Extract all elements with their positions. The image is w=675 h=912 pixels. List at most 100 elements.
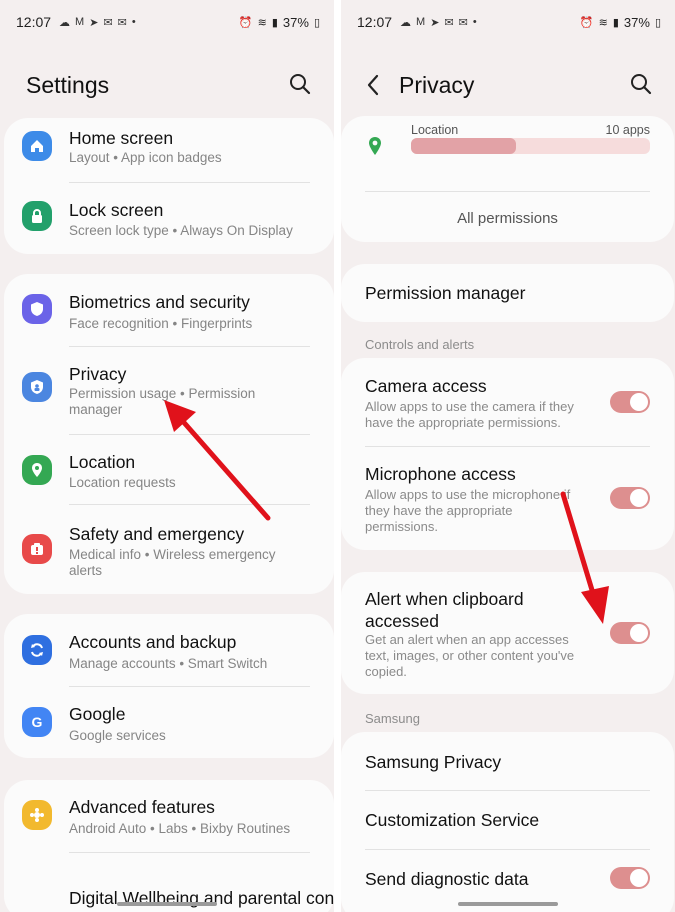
shield-icon: [22, 294, 52, 324]
svg-text:G: G: [32, 714, 43, 730]
item-label: Home screen: [69, 128, 174, 148]
item-label: Google: [69, 704, 126, 724]
item-subtitle: Medical info • Wireless emergency alerts: [69, 547, 276, 578]
section-header-controls: Controls and alerts: [365, 337, 475, 352]
telegram-icon: ➤: [430, 16, 440, 29]
mail-open-icon: ✉: [117, 16, 127, 29]
clipboard-alert-label: Alert when clipboard accessed: [365, 589, 524, 631]
camera-access-label: Camera access: [365, 376, 487, 396]
battery-percent: 37%: [623, 14, 650, 30]
home-indicator: [117, 902, 217, 906]
samsung-card: Samsung Privacy Customization Service Se…: [341, 732, 674, 912]
divider: [365, 790, 650, 791]
item-subtitle: Screen lock type • Always On Display: [69, 223, 293, 238]
dot-icon: •: [131, 16, 136, 28]
settings-item-google[interactable]: G Google Google services: [4, 686, 334, 758]
cloud-icon: ☁: [400, 16, 412, 29]
search-icon[interactable]: [288, 72, 312, 96]
divider: [365, 191, 650, 192]
page-title: Settings: [26, 72, 110, 98]
settings-item-lock-screen[interactable]: Lock screen Screen lock type • Always On…: [4, 186, 334, 254]
location-pin-icon: [22, 455, 52, 485]
clipboard-card: Alert when clipboard accessed Get an ale…: [341, 572, 674, 694]
usage-bar-fill: [411, 138, 517, 154]
signal-icon: ▮: [612, 16, 619, 29]
item-subtitle: Permission usage • Permission manager: [69, 386, 256, 417]
notification-icons: ☁ M ➤ ✉ ✉ •: [59, 16, 136, 29]
battery-icon: ▯: [313, 16, 320, 29]
item-subtitle: Manage accounts • Smart Switch: [69, 656, 268, 671]
lock-icon: [22, 201, 52, 231]
privacy-shield-icon: [22, 372, 52, 402]
item-label: Lock screen: [69, 200, 164, 220]
permission-usage-card: Location 10 apps All permissions: [341, 116, 674, 242]
status-bar: 12:07 ☁ M ➤ ✉ ✉ • ⏰ ≋ ▮ 37% ▯: [341, 0, 675, 44]
camera-access-desc: Allow apps to use the camera if they hav…: [365, 399, 574, 430]
signal-icon: ▮: [271, 16, 278, 29]
customization-service-item[interactable]: Customization Service: [365, 809, 539, 831]
toggle-knob: [630, 393, 648, 411]
permission-manager-item[interactable]: Permission manager: [365, 282, 525, 304]
clipboard-alert-toggle[interactable]: [610, 622, 650, 644]
toggle-knob: [630, 624, 648, 642]
home-icon: [22, 131, 52, 161]
item-label: Location: [69, 452, 136, 472]
microphone-access-label: Microphone access: [365, 464, 516, 484]
settings-item-safety[interactable]: Safety and emergency Medical info • Wire…: [4, 504, 334, 594]
send-diagnostic-data-toggle[interactable]: [610, 867, 650, 889]
search-icon[interactable]: [629, 72, 653, 96]
settings-item-location[interactable]: Location Location requests: [4, 434, 334, 504]
sync-icon: [22, 635, 52, 665]
mail-open-icon: ✉: [458, 16, 468, 29]
item-subtitle: Android Auto • Labs • Bixby Routines: [69, 821, 291, 836]
divider: [69, 182, 310, 183]
clipboard-alert-desc: Get an alert when an app accesses text, …: [365, 632, 575, 679]
gmail-icon: M: [75, 16, 85, 28]
mail-icon: ✉: [103, 16, 113, 29]
advanced-features-icon: [22, 800, 52, 830]
settings-item-privacy[interactable]: Privacy Permission usage • Permission ma…: [4, 346, 334, 434]
privacy-screen: 12:07 ☁ M ➤ ✉ ✉ • ⏰ ≋ ▮ 37% ▯ Privacy Lo…: [341, 0, 675, 912]
controls-card: Camera access Allow apps to use the came…: [341, 358, 674, 550]
gmail-icon: M: [416, 16, 426, 28]
status-time: 12:07: [16, 14, 52, 30]
telegram-icon: ➤: [89, 16, 99, 29]
item-subtitle: Location requests: [69, 475, 176, 490]
item-label: Advanced features: [69, 797, 215, 817]
microphone-access-desc: Allow apps to use the microphone if they…: [365, 487, 571, 534]
emergency-icon: [22, 534, 52, 564]
settings-item-biometrics[interactable]: Biometrics and security Face recognition…: [4, 274, 334, 346]
all-permissions-button[interactable]: All permissions: [341, 210, 674, 227]
app-bar: Privacy: [341, 60, 675, 110]
settings-group-display: Home screen Layout • App icon badges Loc…: [4, 118, 334, 254]
send-diagnostic-data-label: Send diagnostic data: [365, 869, 529, 889]
samsung-privacy-item[interactable]: Samsung Privacy: [365, 751, 501, 773]
page-title: Privacy: [399, 72, 475, 98]
item-label: Biometrics and security: [69, 292, 250, 312]
permission-manager-card: Permission manager: [341, 264, 674, 322]
battery-percent: 37%: [282, 14, 309, 30]
settings-screen: 12:07 ☁ M ➤ ✉ ✉ • ⏰ ≋ ▮ 37% ▯ Settings H…: [0, 0, 334, 912]
camera-access-toggle[interactable]: [610, 391, 650, 413]
wifi-icon: ≋: [598, 16, 608, 29]
usage-count: 10 apps: [605, 123, 650, 137]
item-subtitle: Layout • App icon badges: [69, 150, 222, 165]
settings-item-accounts[interactable]: Accounts and backup Manage accounts • Sm…: [4, 614, 334, 686]
section-header-samsung: Samsung: [365, 711, 420, 726]
settings-item-advanced-features[interactable]: Advanced features Android Auto • Labs • …: [4, 780, 334, 852]
system-icons: ⏰ ≋ ▮ 37% ▯: [239, 15, 320, 30]
alarm-icon: ⏰: [238, 16, 253, 29]
settings-item-home-screen[interactable]: Home screen Layout • App icon badges: [4, 118, 334, 186]
settings-group-accounts: Accounts and backup Manage accounts • Sm…: [4, 614, 334, 758]
cloud-icon: ☁: [59, 16, 71, 29]
battery-icon: ▯: [654, 16, 661, 29]
wifi-icon: ≋: [257, 16, 267, 29]
google-icon: G: [22, 707, 52, 737]
toggle-knob: [630, 869, 648, 887]
microphone-access-toggle[interactable]: [610, 487, 650, 509]
back-arrow-icon[interactable]: [361, 70, 385, 100]
status-time: 12:07: [357, 14, 393, 30]
app-bar: Settings: [0, 60, 334, 110]
mail-icon: ✉: [444, 16, 454, 29]
dot-icon: •: [472, 16, 477, 28]
